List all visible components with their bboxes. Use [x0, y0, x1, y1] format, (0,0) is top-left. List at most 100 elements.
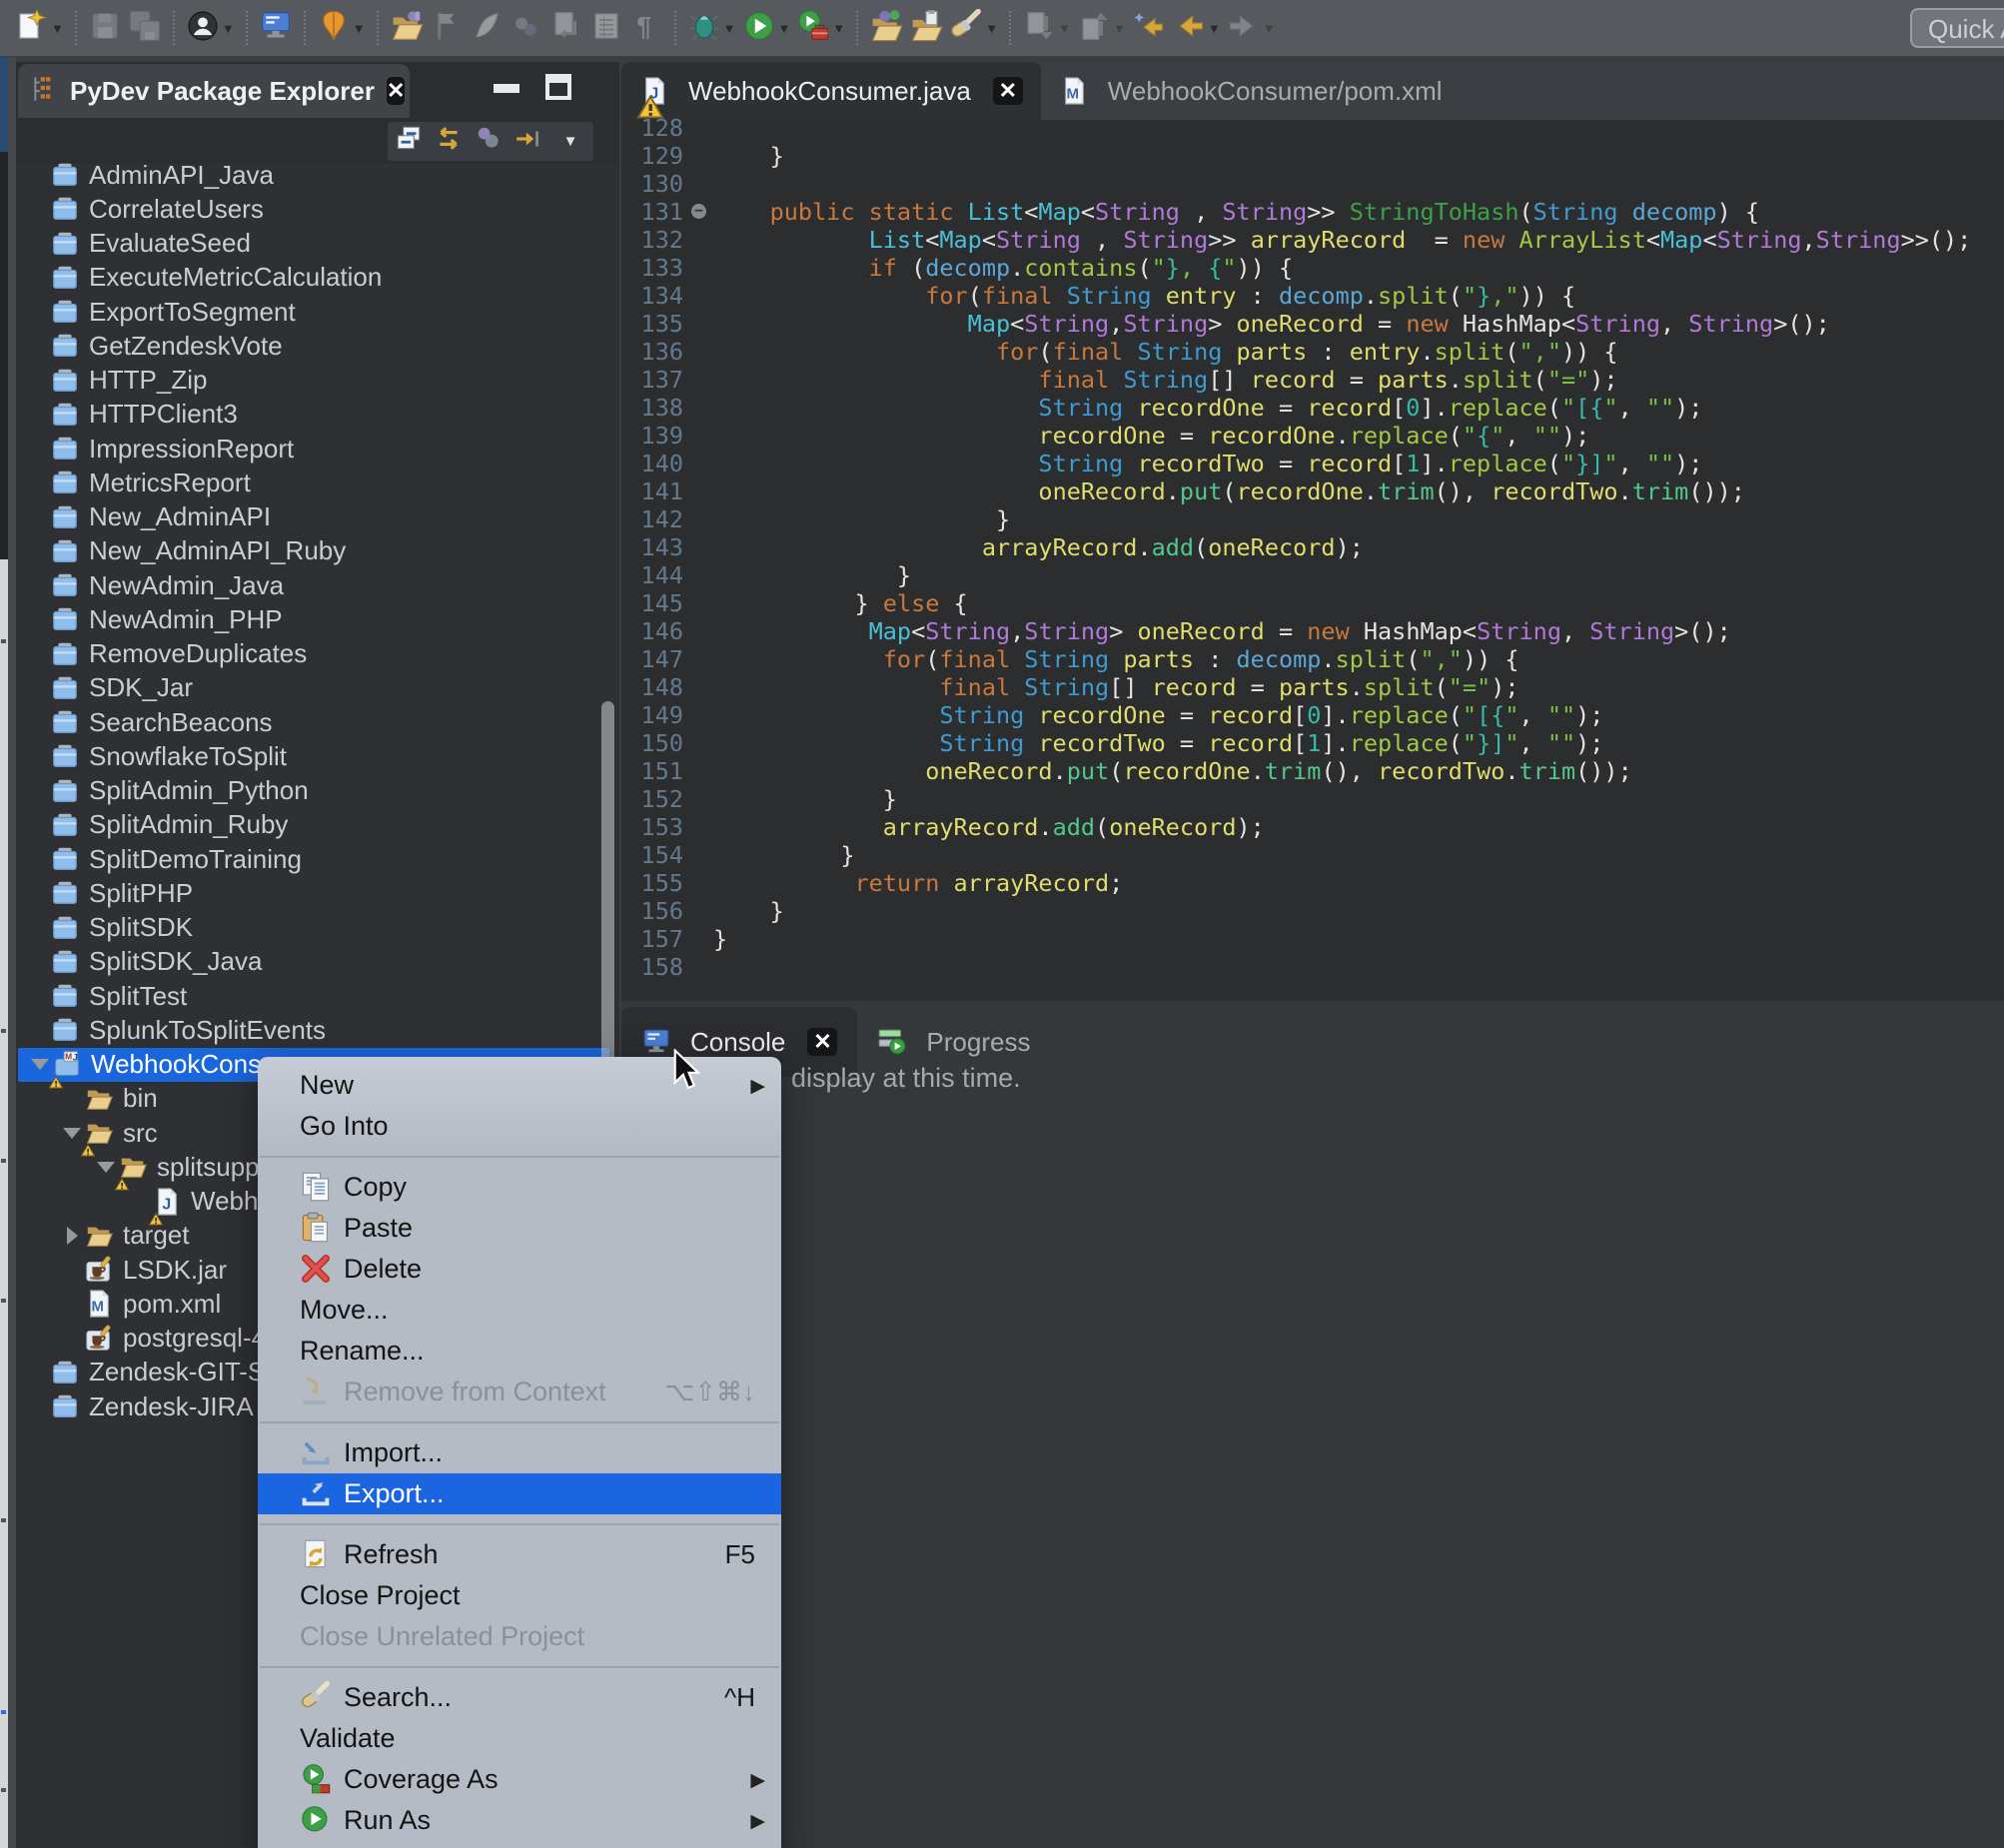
tree-item-exporttosegment[interactable]: ExportToSegment [16, 295, 619, 329]
tree-item-new-adminapi-ruby[interactable]: New_AdminAPI_Ruby [16, 534, 619, 568]
dropdown-caret-icon[interactable]: ▼ [985, 21, 998, 36]
svg-text:M: M [1066, 86, 1079, 103]
tree-item-label: GetZendeskVote [89, 331, 283, 362]
menu-item-export-[interactable]: Export... [258, 1473, 781, 1514]
tree-item-httpclient3[interactable]: HTTPClient3 [16, 398, 619, 432]
code-editor[interactable]: 128129 }130131− public static List<Map<S… [621, 114, 2004, 1001]
quick-access-label: Quick A [1928, 14, 2004, 44]
dropdown-caret-icon[interactable]: ▼ [832, 21, 845, 36]
tree-item-splitsdk-java[interactable]: SplitSDK_Java [16, 945, 619, 979]
focus-view-icon[interactable] [513, 124, 543, 159]
menu-item-copy[interactable]: Copy [258, 1167, 781, 1208]
minimize-icon[interactable] [494, 84, 519, 93]
tree-item-getzendeskvote[interactable]: GetZendeskVote [16, 329, 619, 363]
menu-item-search-[interactable]: Search...^H [258, 1677, 781, 1718]
view-orb-icon[interactable] [474, 124, 503, 159]
dropdown-caret-icon[interactable]: ▼ [1113, 21, 1126, 36]
menu-item-delete[interactable]: Delete [258, 1249, 781, 1290]
menu-item-refresh[interactable]: RefreshF5 [258, 1534, 781, 1575]
tree-item-new-adminapi[interactable]: New_AdminAPI [16, 500, 619, 534]
menu-item-validate[interactable]: Validate [258, 1718, 781, 1759]
tree-item-correlateusers[interactable]: CorrelateUsers [16, 192, 619, 226]
folder-closed-icon [50, 844, 80, 874]
collapse-all-icon[interactable] [394, 124, 424, 159]
menu-item-import-[interactable]: Import... [258, 1432, 781, 1473]
tree-item-splitsdk[interactable]: SplitSDK [16, 911, 619, 945]
menu-item-go-into[interactable]: Go Into [258, 1106, 781, 1147]
tab-webhookconsumer-pom-xml[interactable]: MWebhookConsumer/pom.xml [1041, 62, 1461, 120]
close-tab-icon[interactable]: ✕ [807, 1028, 837, 1056]
back-snowflake-button[interactable] [1132, 8, 1166, 48]
debug-bug-button[interactable]: ▼ [687, 8, 736, 48]
tree-item-splitadmin-python[interactable]: SplitAdmin_Python [16, 774, 619, 808]
tree-item-snowflaketosplit[interactable]: SnowflakeToSplit [16, 739, 619, 773]
dropdown-caret-icon[interactable]: ▼ [353, 21, 366, 36]
user-profile-button[interactable]: ▼ [186, 8, 235, 48]
tree-item-splitadmin-ruby[interactable]: SplitAdmin_Ruby [16, 808, 619, 842]
menu-item-run-as[interactable]: Run As▶ [258, 1800, 781, 1841]
run-external-button[interactable]: ▼ [796, 8, 845, 48]
menu-item-move-[interactable]: Move... [258, 1290, 781, 1331]
toolbar-separator [1009, 11, 1011, 45]
folder-clipboard-button[interactable] [909, 8, 943, 48]
tree-item-adminapi-java[interactable]: AdminAPI_Java [16, 158, 619, 192]
dropdown-caret-icon[interactable]: ▼ [778, 21, 791, 36]
tab-webhookconsumer-java[interactable]: JWebhookConsumer.java✕ [621, 62, 1041, 120]
menu-item-coverage-as[interactable]: Coverage As▶ [258, 1759, 781, 1800]
tree-item-splitphp[interactable]: SplitPHP [16, 876, 619, 910]
close-explorer-icon[interactable]: ✕ [387, 77, 405, 105]
menu-item-rename-[interactable]: Rename... [258, 1331, 781, 1372]
search-flashlight-button[interactable]: ▼ [949, 8, 998, 48]
tree-item-removeduplicates[interactable]: RemoveDuplicates [16, 637, 619, 671]
close-tab-icon[interactable]: ✕ [993, 77, 1023, 105]
menu-item-paste[interactable]: Paste [258, 1208, 781, 1249]
dropdown-caret-icon[interactable]: ▼ [1058, 21, 1071, 36]
link-with-editor-icon[interactable] [434, 124, 464, 159]
forward-arrow-button: ▼ [1227, 8, 1276, 48]
line-number: 151 [621, 757, 689, 785]
dropdown-caret-icon[interactable]: ▼ [723, 21, 736, 36]
folder-closed-icon [50, 194, 80, 224]
tree-item-splittest[interactable]: SplitTest [16, 979, 619, 1013]
menu-item-label: Export... [344, 1478, 445, 1509]
folder-balls-button[interactable] [869, 8, 903, 48]
run-external-icon [796, 9, 830, 48]
dropdown-caret-icon[interactable]: ▼ [1208, 21, 1221, 36]
svg-text:¶: ¶ [636, 11, 651, 41]
folder-closed-icon [50, 878, 80, 908]
console-view-button[interactable] [259, 8, 293, 48]
tree-item-splitdemotraining[interactable]: SplitDemoTraining [16, 842, 619, 876]
line-number: 131 [621, 198, 689, 226]
dropdown-caret-icon[interactable]: ▼ [1263, 21, 1276, 36]
view-menu-chevron[interactable]: ▼ [553, 133, 587, 150]
run-green-button[interactable]: ▼ [742, 8, 791, 48]
line-number: 132 [621, 226, 689, 254]
maximize-icon[interactable] [545, 74, 571, 100]
folder-closed-icon [50, 400, 80, 430]
dropdown-caret-icon[interactable]: ▼ [51, 21, 64, 36]
chevron-right-icon[interactable] [60, 1227, 84, 1245]
quick-access-box[interactable]: Quick A [1910, 8, 2004, 48]
tree-item-newadmin-php[interactable]: NewAdmin_PHP [16, 602, 619, 636]
checkstyle-button[interactable]: ▼ [317, 8, 366, 48]
tree-item-sdk-jar[interactable]: SDK_Jar [16, 671, 619, 705]
tree-item-label: RemoveDuplicates [89, 638, 307, 669]
tree-item-impressionreport[interactable]: ImpressionReport [16, 432, 619, 465]
tab-pydev-package-explorer[interactable]: PyDev Package Explorer ✕ [18, 64, 410, 118]
tree-item-executemetriccalculation[interactable]: ExecuteMetricCalculation [16, 261, 619, 295]
warning-badge-icon [48, 1067, 64, 1083]
fold-marker-icon[interactable]: − [689, 198, 713, 226]
open-task-folder-button[interactable] [390, 8, 424, 48]
menu-item-close-project[interactable]: Close Project [258, 1575, 781, 1616]
tree-item-searchbeacons[interactable]: SearchBeacons [16, 705, 619, 739]
tree-item-splunktosplitevents[interactable]: SplunkToSplitEvents [16, 1013, 619, 1047]
tree-item-http-zip[interactable]: HTTP_Zip [16, 364, 619, 398]
tree-item-metricsreport[interactable]: MetricsReport [16, 465, 619, 499]
folder-closed-icon [50, 981, 80, 1011]
dropdown-caret-icon[interactable]: ▼ [222, 21, 235, 36]
tree-item-newadmin-java[interactable]: NewAdmin_Java [16, 568, 619, 602]
new-wizard-button[interactable]: ▼ [15, 8, 64, 48]
code-line: 151 oneRecord.put(recordOne.trim(), reco… [621, 757, 2004, 785]
tree-item-evaluateseed[interactable]: EvaluateSeed [16, 227, 619, 261]
back-arrow-button[interactable]: ▼ [1172, 8, 1221, 48]
